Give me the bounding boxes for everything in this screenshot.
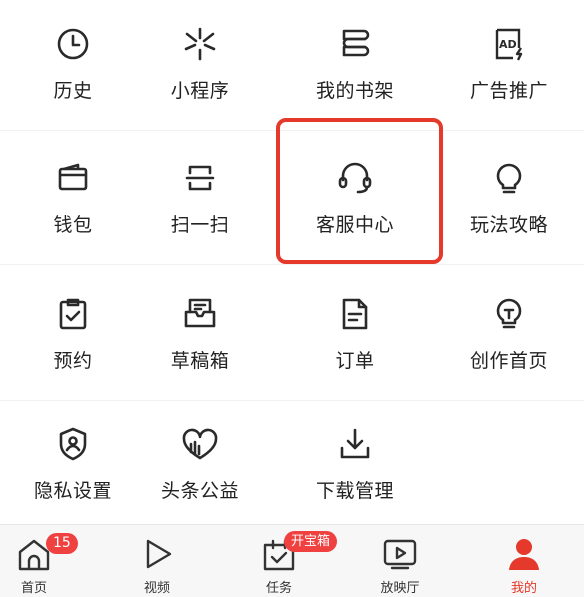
wallet-icon — [53, 158, 93, 198]
play-icon — [137, 535, 177, 573]
grid-item-reservation[interactable]: 预约 — [0, 268, 146, 398]
user-icon — [504, 535, 544, 573]
drafts-icon — [180, 294, 220, 334]
highlight-frame — [276, 118, 443, 264]
shield-user-icon — [53, 424, 93, 464]
grid-item-gameplay-guide[interactable]: 玩法攻略 — [436, 132, 582, 262]
grid-item-orders[interactable]: 订单 — [282, 268, 428, 398]
grid-item-label: 下载管理 — [315, 480, 394, 502]
grid-item-drafts[interactable]: 草稿箱 — [127, 268, 273, 398]
bookshelf-icon — [335, 24, 375, 64]
divider — [0, 400, 584, 401]
lightbulb-icon — [489, 158, 529, 198]
grid-item-bookshelf[interactable]: 我的书架 — [282, 0, 428, 130]
grid-item-label: 广告推广 — [469, 80, 548, 102]
grid-row: 隐私设置 头条公益 下载管理 — [0, 402, 584, 522]
grid-item-creator-home[interactable]: 创作首页 — [436, 268, 582, 398]
grid-item-download-manager[interactable]: 下载管理 — [282, 402, 428, 522]
grid-item-label: 钱包 — [53, 214, 93, 236]
download-icon — [335, 424, 375, 464]
tab-label: 任务 — [265, 581, 292, 596]
tab-tasks[interactable]: 开宝箱 任务 — [239, 525, 338, 597]
grid-item-scan[interactable]: 扫一扫 — [127, 132, 273, 262]
tab-label: 放映厅 — [380, 581, 420, 596]
tab-home[interactable]: 15 首页 — [0, 525, 78, 597]
svg-text:AD: AD — [499, 38, 517, 51]
grid-item-history[interactable]: 历史 — [0, 0, 146, 130]
grid-item-label: 预约 — [53, 350, 93, 372]
treasure-box-badge: 开宝箱 — [284, 531, 338, 552]
grid-item-label: 订单 — [335, 350, 375, 372]
tab-video[interactable]: 视频 — [117, 525, 197, 597]
charity-heart-icon — [180, 424, 220, 464]
grid-item-label: 扫一扫 — [170, 214, 230, 236]
grid-item-label: 小程序 — [170, 80, 230, 102]
tab-label: 视频 — [143, 581, 170, 596]
grid-item-charity[interactable]: 头条公益 — [127, 402, 273, 522]
mini-program-icon — [180, 24, 220, 64]
notification-badge: 15 — [46, 533, 78, 554]
grid-row: 预约 草稿箱 订单 创作首页 — [0, 268, 584, 398]
divider — [0, 264, 584, 265]
grid-item-label: 头条公益 — [160, 480, 239, 502]
scan-icon — [180, 158, 220, 198]
ad-icon: AD — [489, 24, 529, 64]
tab-label: 我的 — [510, 581, 537, 596]
grid-item-ad-promotion[interactable]: AD 广告推广 — [436, 0, 582, 130]
grid-item-label: 创作首页 — [469, 350, 548, 372]
tv-play-icon — [380, 535, 420, 573]
grid-item-privacy-settings[interactable]: 隐私设置 — [0, 402, 146, 522]
grid-row: 历史 小程序 我的书架 AD 广告推广 — [0, 0, 584, 130]
grid-item-label: 我的书架 — [315, 80, 394, 102]
grid-item-mini-program[interactable]: 小程序 — [127, 0, 273, 130]
grid-item-label: 历史 — [53, 80, 93, 102]
order-document-icon — [335, 294, 375, 334]
grid-item-label: 玩法攻略 — [469, 214, 548, 236]
tab-label: 首页 — [20, 581, 47, 596]
clipboard-check-icon — [53, 294, 93, 334]
grid-item-label: 草稿箱 — [170, 350, 230, 372]
grid-item-wallet[interactable]: 钱包 — [0, 132, 146, 262]
tab-me[interactable]: 我的 — [484, 525, 564, 597]
grid-item-label: 隐私设置 — [33, 480, 112, 502]
creator-bulb-icon — [489, 294, 529, 334]
clock-icon — [53, 24, 93, 64]
bottom-tab-bar: 15 首页 视频 开宝箱 任务 放映厅 我的 — [0, 524, 584, 597]
tab-theater[interactable]: 放映厅 — [360, 525, 440, 597]
